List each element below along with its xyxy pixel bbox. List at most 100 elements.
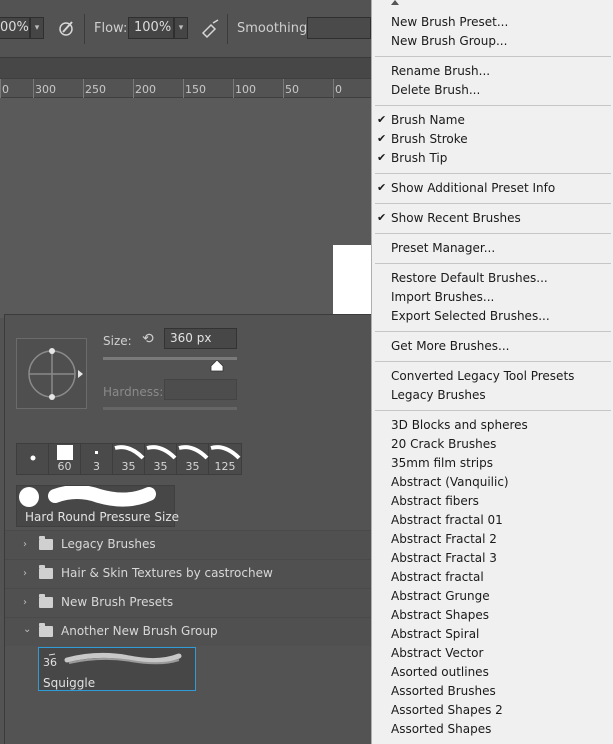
menu-separator [375,361,611,362]
chevron-right-icon[interactable]: › [23,568,31,579]
menu-item[interactable]: Brush Stroke [391,132,468,146]
recent-brush[interactable]: 35 [177,444,209,474]
opacity-field[interactable]: 00% [0,17,30,39]
open-folder-icon [39,623,53,637]
flow-field[interactable]: 100% [128,17,174,39]
size-field[interactable]: 360 px [164,328,237,349]
menu-item[interactable]: Legacy Brushes [391,388,486,402]
menu-item[interactable]: Brush Name [391,113,465,127]
menu-item[interactable]: Show Additional Preset Info [391,181,555,195]
scroll-up-arrow-icon[interactable] [391,0,399,5]
menu-item[interactable]: Converted Legacy Tool Presets [391,369,574,383]
brush-group-name: Hair & Skin Textures by castrochew [61,566,273,580]
chevron-down-icon[interactable]: ⌄ [23,624,31,635]
menu-item[interactable]: New Brush Group... [391,34,507,48]
menu-item[interactable]: Abstract fractal 01 [391,513,503,527]
menu-separator [375,173,611,174]
brush-group-legacy-brushes[interactable]: › Legacy Brushes [5,530,372,559]
chevron-right-icon[interactable]: › [23,597,31,608]
folder-icon [39,536,53,550]
ruler-tick: 50 [285,83,299,96]
hardness-field[interactable] [164,379,237,400]
airbrush-icon[interactable] [199,17,221,39]
menu-item[interactable]: Rename Brush... [391,64,490,78]
checkmark-icon: ✔ [377,211,387,224]
menu-item[interactable]: 3D Blocks and spheres [391,418,528,432]
menu-separator [375,410,611,411]
brush-group-new-brush-presets[interactable]: › New Brush Presets [5,588,372,617]
ruler-tick: 0 [2,83,9,96]
folder-icon [39,594,53,608]
recent-brush[interactable]: 125 [209,444,241,474]
menu-separator [375,56,611,57]
menu-separator [375,105,611,106]
menu-item[interactable]: Abstract Fractal 3 [391,551,497,565]
menu-item[interactable]: Restore Default Brushes... [391,271,548,285]
recent-brush[interactable]: 60 [49,444,81,474]
canvas-area[interactable] [0,98,371,318]
checkmark-icon: ✔ [377,113,387,126]
hardness-slider[interactable] [103,407,237,410]
menu-item[interactable]: Abstract fibers [391,494,479,508]
reset-size-icon[interactable]: ⟲ [142,331,154,347]
menu-item[interactable]: 20 Crack Brushes [391,437,496,451]
chevron-right-icon[interactable]: › [23,539,31,550]
menu-item[interactable]: Abstract Spiral [391,627,479,641]
menu-item[interactable]: Import Brushes... [391,290,494,304]
brush-preset-squiggle[interactable]: 36 Squiggle [38,647,196,691]
recent-brush-size: 3 [93,460,100,473]
recent-brush[interactable]: 3 [81,444,113,474]
brush-group-hair-skin[interactable]: › Hair & Skin Textures by castrochew [5,559,372,588]
selected-brush-preset[interactable]: Hard Round Pressure Size [16,485,179,527]
recent-brushes-strip: 60 3 35 35 35 125 [16,443,242,475]
brush-group-another-new[interactable]: ⌄ Another New Brush Group [5,617,372,646]
smoothing-field[interactable] [307,17,371,39]
flow-dropdown-button[interactable]: ▾ [174,17,188,39]
recent-brush[interactable] [17,444,49,474]
options-bar: 00% ▾ Flow: 100% ▾ Smoothing: [0,0,371,58]
folder-icon [39,565,53,579]
round-dot-icon [30,455,36,461]
menu-item[interactable]: Export Selected Brushes... [391,309,550,323]
menu-item[interactable]: Delete Brush... [391,83,480,97]
pressure-opacity-icon[interactable] [55,17,77,39]
menu-item[interactable]: Show Recent Brushes [391,211,521,225]
size-slider-thumb[interactable] [210,360,224,372]
brush-tip-preview[interactable] [16,338,87,409]
document-canvas[interactable] [333,245,371,315]
recent-brush-size: 60 [57,460,72,473]
checkmark-icon: ✔ [377,132,387,145]
menu-separator [375,203,611,204]
menu-item[interactable]: Assorted Brushes [391,684,496,698]
menu-item[interactable]: 35mm film strips [391,456,493,470]
recent-brush[interactable]: 35 [145,444,177,474]
size-label: Size: [103,334,132,348]
menu-item[interactable]: Brush Tip [391,151,447,165]
menu-item[interactable]: Asorted outlines [391,665,489,679]
squiggle-size: 36 [43,656,57,669]
selected-brush-name: Hard Round Pressure Size [25,510,180,524]
menu-item[interactable]: Abstract fractal [391,570,484,584]
opacity-dropdown-button[interactable]: ▾ [30,17,44,39]
squiggle-name: Squiggle [43,676,96,690]
recent-brush[interactable]: 35 [113,444,145,474]
menu-item[interactable]: Abstract Vector [391,646,483,660]
menu-item[interactable]: Assorted Shapes 2 [391,703,503,717]
menu-item[interactable]: Abstract Grunge [391,589,490,603]
recent-brush-size: 35 [185,460,200,473]
menu-item[interactable]: Assorted Shapes [391,722,491,736]
brush-group-name: New Brush Presets [61,595,174,609]
brush-tip-arrow-icon[interactable] [78,370,83,378]
recent-brush-size: 35 [121,460,136,473]
menu-separator [375,331,611,332]
smoothing-label: Smoothing: [237,21,312,36]
brush-preset-panel: Size: ⟲ 360 px Hardness: 60 3 35 35 35 1… [4,314,372,744]
menu-item[interactable]: New Brush Preset... [391,15,508,29]
menu-item[interactable]: Abstract Shapes [391,608,489,622]
menu-item[interactable]: Abstract Fractal 2 [391,532,497,546]
menu-separator [375,263,611,264]
menu-item[interactable]: Abstract (Vanquilic) [391,475,509,489]
ruler-tick: 100 [235,83,256,96]
menu-item[interactable]: Preset Manager... [391,241,495,255]
menu-item[interactable]: Get More Brushes... [391,339,509,353]
